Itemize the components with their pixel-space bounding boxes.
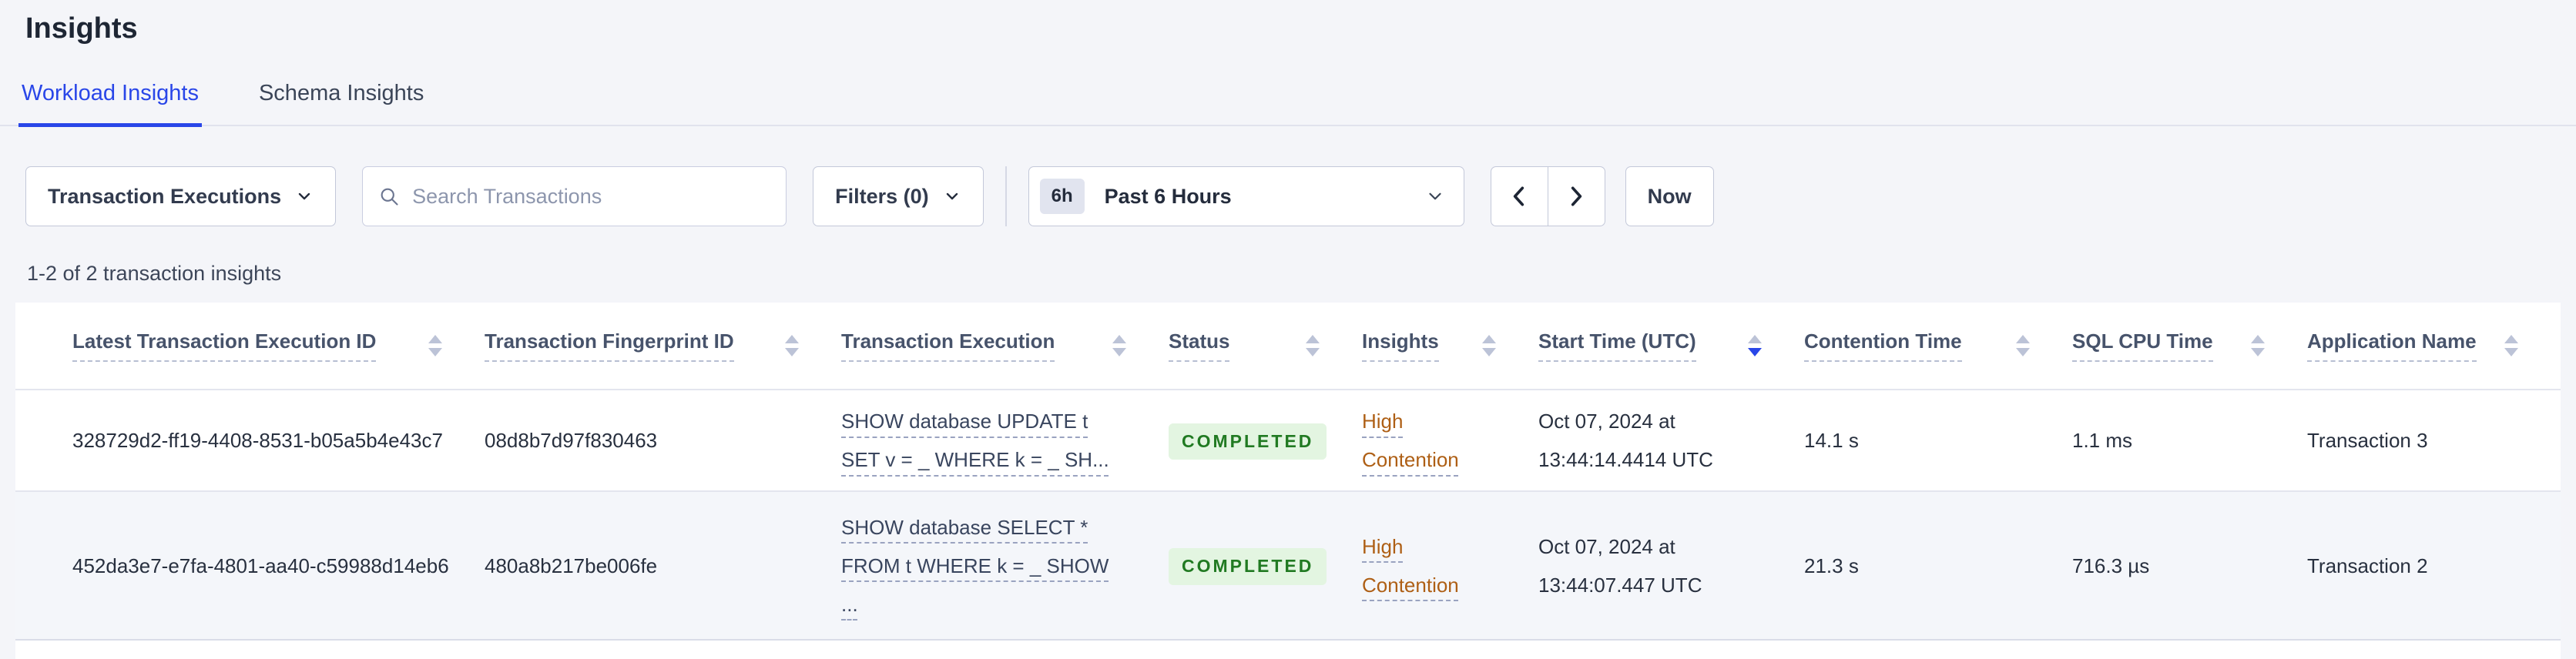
column-header-transaction-execution[interactable]: Transaction Execution (841, 303, 1169, 390)
insight-link[interactable]: High Contention (1362, 527, 1493, 604)
transaction-insights-table: Latest Transaction Execution ID Transact… (15, 303, 2561, 641)
toolbar-divider (1005, 166, 1007, 226)
transaction-execution-link[interactable]: SHOW database SELECT * FROM t WHERE k = _… (841, 508, 1109, 624)
time-range-arrows (1490, 166, 1605, 226)
column-header-insights[interactable]: Insights (1362, 303, 1538, 390)
tab-bar: Workload Insights Schema Insights (0, 81, 2576, 127)
tab-schema-insights[interactable]: Schema Insights (256, 81, 427, 127)
transaction-fingerprint-id-cell: 08d8b7d97f830463 (485, 429, 658, 452)
status-cell: COMPLETED (1169, 491, 1362, 640)
column-header-transaction-fingerprint-id[interactable]: Transaction Fingerprint ID (485, 303, 841, 390)
sort-icon[interactable] (1097, 335, 1126, 356)
sort-icon[interactable] (770, 335, 799, 356)
column-header-contention-time[interactable]: Contention Time (1804, 303, 2072, 390)
filters-button[interactable]: Filters (0) (813, 166, 984, 226)
insight-link[interactable]: High Contention (1362, 402, 1493, 479)
now-button-label: Now (1647, 184, 1692, 208)
previous-time-range-button[interactable] (1490, 166, 1548, 226)
now-button[interactable]: Now (1625, 166, 1714, 226)
application-name-cell: Transaction 3 (2307, 429, 2428, 452)
sort-icon[interactable] (1290, 335, 1320, 356)
sort-icon[interactable] (1467, 335, 1496, 356)
status-badge: COMPLETED (1169, 548, 1327, 585)
chevron-down-icon (295, 187, 314, 206)
table-row: 452da3e7-e7fa-4801-aa40-c59988d14eb6 480… (15, 491, 2561, 640)
transaction-execution-cell: SHOW database UPDATE t SET v = _ WHERE k … (841, 390, 1169, 491)
column-header-latest-transaction-execution-id[interactable]: Latest Transaction Execution ID (15, 303, 485, 390)
column-header-status[interactable]: Status (1169, 303, 1362, 390)
start-time-cell: Oct 07, 2024 at 13:44:07.447 UTC (1538, 491, 1804, 640)
contention-time-cell: 14.1 s (1804, 429, 1859, 452)
sort-icon[interactable] (2236, 335, 2265, 356)
latest-transaction-execution-id-cell: 452da3e7-e7fa-4801-aa40-c59988d14eb6 (15, 491, 485, 640)
sort-icon[interactable] (1732, 335, 1762, 356)
insights-cell: High Contention (1362, 390, 1538, 491)
transaction-execution-link[interactable]: SHOW database UPDATE t SET v = _ WHERE k … (841, 402, 1109, 479)
transaction-fingerprint-id-cell: 480a8b217be006fe (485, 491, 841, 640)
sql-cpu-time-cell: 1.1 ms (2072, 429, 2133, 452)
sql-cpu-time-cell: 716.3 µs (2072, 491, 2307, 640)
latest-transaction-execution-id-cell: 328729d2-ff19-4408-8531-b05a5b4e43c7 (72, 429, 443, 452)
results-summary: 1-2 of 2 transaction insights (27, 262, 282, 285)
table-type-dropdown-label: Transaction Executions (48, 184, 282, 208)
column-header-sql-cpu-time[interactable]: SQL CPU Time (2072, 303, 2307, 390)
contention-time-cell: 21.3 s (1804, 491, 2072, 640)
application-name-cell: Transaction 2 (2307, 491, 2561, 640)
insights-cell: High Contention (1362, 491, 1538, 640)
chevron-down-icon (1425, 186, 1445, 206)
column-header-application-name[interactable]: Application Name (2307, 303, 2561, 390)
chevron-down-icon (943, 187, 961, 206)
search-icon (378, 186, 400, 207)
start-time-cell: Oct 07, 2024 at 13:44:14.4414 UTC (1538, 410, 1713, 471)
transaction-execution-cell: SHOW database SELECT * FROM t WHERE k = _… (841, 491, 1169, 640)
tab-workload-insights[interactable]: Workload Insights (18, 81, 202, 127)
column-header-start-time[interactable]: Start Time (UTC) (1538, 303, 1804, 390)
sort-icon[interactable] (413, 335, 442, 356)
search-input[interactable] (412, 184, 771, 209)
time-range-badge: 6h (1039, 179, 1085, 214)
time-range-picker[interactable]: 6h Past 6 Hours (1028, 166, 1464, 226)
next-time-range-button[interactable] (1547, 166, 1605, 226)
table-row: 328729d2-ff19-4408-8531-b05a5b4e43c7 08d… (15, 390, 2561, 491)
table-header-row: Latest Transaction Execution ID Transact… (15, 303, 2561, 390)
sort-icon[interactable] (2001, 335, 2030, 356)
toolbar: Transaction Executions Filters (0) 6h Pa… (25, 166, 2576, 226)
table-type-dropdown[interactable]: Transaction Executions (25, 166, 337, 226)
filters-button-label: Filters (0) (835, 184, 929, 208)
search-box[interactable] (362, 166, 787, 226)
chevron-right-icon (1566, 185, 1586, 208)
status-cell: COMPLETED (1169, 390, 1362, 491)
sort-icon[interactable] (2489, 335, 2518, 356)
time-range-label: Past 6 Hours (1104, 184, 1232, 208)
page-title: Insights (25, 12, 138, 45)
insights-table-card: Latest Transaction Execution ID Transact… (15, 303, 2561, 659)
status-badge: COMPLETED (1169, 423, 1327, 460)
chevron-left-icon (1509, 185, 1529, 208)
